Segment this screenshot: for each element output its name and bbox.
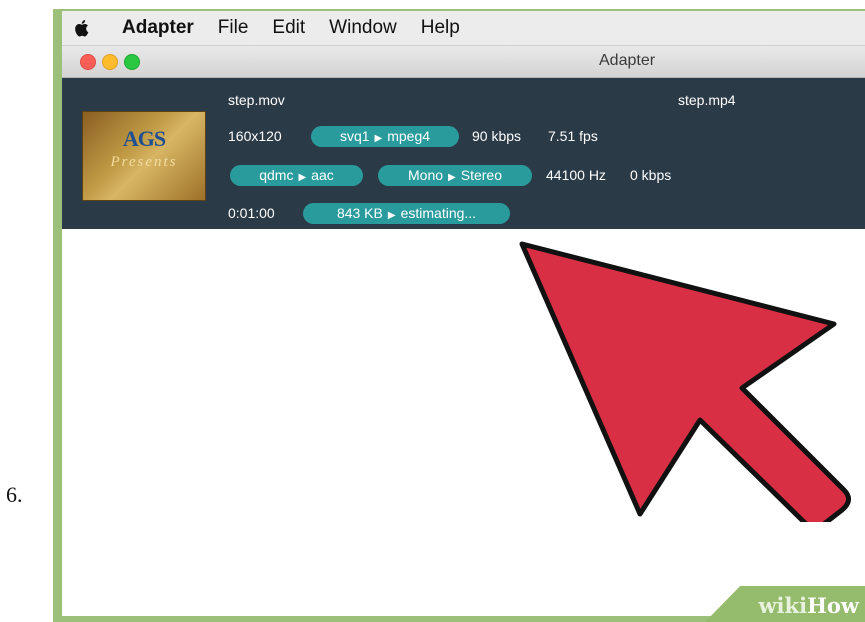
video-thumbnail: AGS Presents — [82, 111, 206, 201]
arrow-right-icon: ▶ — [448, 172, 456, 183]
arrow-right-icon: ▶ — [387, 210, 396, 221]
audio-channels-from: Mono — [408, 167, 444, 183]
menu-window[interactable]: Window — [329, 17, 397, 39]
arrow-right-icon: ▶ — [374, 133, 383, 144]
output-filename: step.mp4 — [678, 92, 736, 108]
close-button[interactable] — [80, 54, 96, 70]
wikihow-watermark: wikiHow — [758, 593, 859, 618]
window-title: Adapter — [599, 52, 656, 69]
step-number: 6. — [6, 482, 23, 507]
red-pointer-arrow-icon — [519, 241, 851, 522]
zoom-button[interactable] — [124, 54, 140, 70]
audio-codec-from: qdmc — [259, 167, 294, 183]
arrow-right-icon: ▶ — [298, 172, 307, 183]
source-filename: step.mov — [228, 92, 285, 108]
menu-help[interactable]: Help — [421, 17, 460, 39]
thumbnail-logo: AGS — [122, 126, 166, 151]
apple-logo-icon[interactable] — [72, 18, 92, 38]
menu-edit[interactable]: Edit — [272, 17, 305, 39]
menu-adapter[interactable]: Adapter — [122, 17, 194, 39]
menu-file[interactable]: File — [218, 17, 249, 39]
video-codec-to: mpeg4 — [387, 128, 431, 144]
audio-channels-to: Stereo — [460, 167, 502, 183]
video-resolution: 160x120 — [228, 128, 282, 144]
size-to: estimating... — [400, 205, 477, 221]
video-codec-from: svq1 — [339, 128, 370, 144]
menu-bar: Adapter File Edit Window Help — [62, 11, 865, 46]
audio-codec-to: aac — [311, 167, 334, 183]
frame-left-edge — [53, 46, 62, 622]
duration: 0:01:00 — [228, 205, 275, 221]
file-row[interactable]: AGS Presents step.mov step.mp4 160x120 s… — [62, 78, 865, 229]
audio-sample-rate: 44100 Hz — [546, 167, 606, 183]
video-fps: 7.51 fps — [548, 128, 598, 144]
video-bitrate: 90 kbps — [472, 128, 522, 144]
audio-bitrate: 0 kbps — [630, 167, 672, 183]
window-titlebar[interactable]: Adapter — [62, 46, 865, 78]
thumbnail-subtitle: Presents — [110, 154, 178, 170]
audio-codec-pill[interactable]: qdmc ▶ aac — [230, 165, 363, 186]
video-codec-pill[interactable]: svq1 ▶ mpeg4 — [311, 126, 459, 147]
audio-channels-pill[interactable]: Mono ▶ Stereo — [378, 165, 532, 186]
size-from: 843 KB — [336, 205, 383, 221]
file-size-pill[interactable]: 843 KB ▶ estimating... — [303, 203, 510, 224]
minimize-button[interactable] — [102, 54, 118, 70]
